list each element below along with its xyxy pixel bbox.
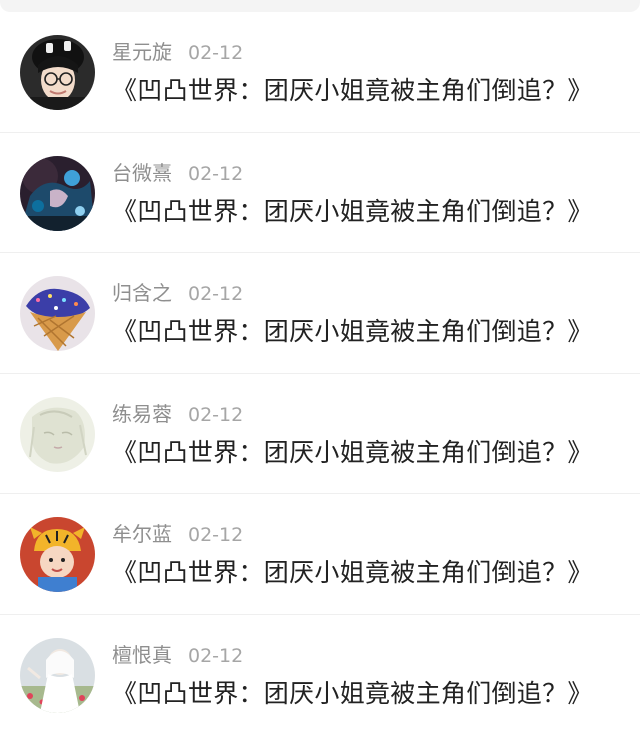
avatar[interactable] [20, 35, 95, 110]
comment-meta: 练易蓉 02-12 [112, 402, 243, 427]
comment-meta: 台微熹 02-12 [112, 161, 243, 186]
comment-text[interactable]: 《凹凸世界：团厌小姐竟被主角们倒追？》 [112, 558, 593, 588]
comment-meta: 檀恨真 02-12 [112, 643, 243, 668]
username[interactable]: 归含之 [112, 281, 172, 305]
username[interactable]: 牟尔蓝 [112, 522, 172, 546]
username[interactable]: 练易蓉 [112, 402, 172, 426]
avatar-pale-sketch-icon [20, 397, 95, 472]
username[interactable]: 星元旋 [112, 40, 172, 64]
comment-list: 星元旋 02-12 《凹凸世界：团厌小姐竟被主角们倒追？》 台微熹 02-12 《凹… [0, 12, 640, 735]
username[interactable]: 台微熹 [112, 161, 172, 185]
comment-date: 02-12 [188, 42, 243, 64]
comment-date: 02-12 [188, 404, 243, 426]
list-item[interactable]: 台微熹 02-12 《凹凸世界：团厌小姐竟被主角们倒追？》 [0, 133, 640, 254]
avatar-boy-glasses-icon [20, 35, 95, 110]
comment-text[interactable]: 《凹凸世界：团厌小姐竟被主角们倒追？》 [112, 317, 593, 347]
avatar-tiger-hat-child-icon [20, 517, 95, 592]
comment-meta: 牟尔蓝 02-12 [112, 522, 243, 547]
avatar-white-dress-girl-icon [20, 638, 95, 713]
comment-date: 02-12 [188, 283, 243, 305]
comment-date: 02-12 [188, 524, 243, 546]
avatar-dark-anime-icon [20, 156, 95, 231]
avatar[interactable] [20, 156, 95, 231]
comment-text[interactable]: 《凹凸世界：团厌小姐竟被主角们倒追？》 [112, 197, 593, 227]
list-item[interactable]: 檀恨真 02-12 《凹凸世界：团厌小姐竟被主角们倒追？》 [0, 615, 640, 735]
avatar[interactable] [20, 517, 95, 592]
avatar-ice-cream-cone-icon [20, 276, 95, 351]
comment-text[interactable]: 《凹凸世界：团厌小姐竟被主角们倒追？》 [112, 679, 593, 709]
avatar[interactable] [20, 397, 95, 472]
list-item[interactable]: 练易蓉 02-12 《凹凸世界：团厌小姐竟被主角们倒追？》 [0, 374, 640, 495]
comment-meta: 星元旋 02-12 [112, 40, 243, 65]
username[interactable]: 檀恨真 [112, 643, 172, 667]
comment-date: 02-12 [188, 163, 243, 185]
list-item[interactable]: 星元旋 02-12 《凹凸世界：团厌小姐竟被主角们倒追？》 [0, 12, 640, 133]
comment-text[interactable]: 《凹凸世界：团厌小姐竟被主角们倒追？》 [112, 76, 593, 106]
comment-date: 02-12 [188, 645, 243, 667]
avatar[interactable] [20, 276, 95, 351]
list-item[interactable]: 牟尔蓝 02-12 《凹凸世界：团厌小姐竟被主角们倒追？》 [0, 494, 640, 615]
comment-meta: 归含之 02-12 [112, 281, 243, 306]
avatar[interactable] [20, 638, 95, 713]
list-item[interactable]: 归含之 02-12 《凹凸世界：团厌小姐竟被主角们倒追？》 [0, 253, 640, 374]
top-bar [0, 0, 640, 12]
comment-text[interactable]: 《凹凸世界：团厌小姐竟被主角们倒追？》 [112, 438, 593, 468]
